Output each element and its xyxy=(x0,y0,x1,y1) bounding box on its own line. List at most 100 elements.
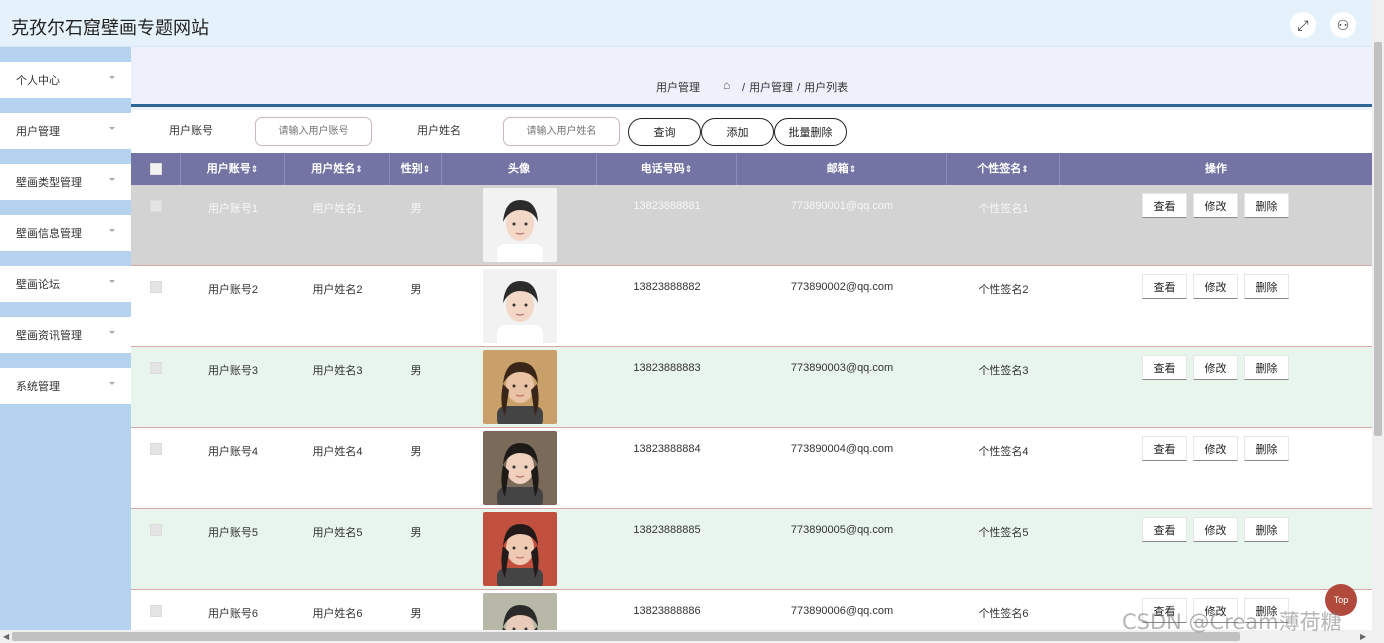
breadcrumb-item[interactable]: 用户管理 xyxy=(749,82,793,94)
sidebar-item-mural-type-management[interactable]: 壁画类型管理 xyxy=(0,164,131,200)
view-button[interactable]: 查看 xyxy=(1142,517,1187,542)
view-button[interactable]: 查看 xyxy=(1142,274,1187,299)
header-label: 性别 xyxy=(400,163,423,175)
header-email[interactable]: 邮箱⇕ xyxy=(737,153,947,185)
signature-cell: 个性签名5 xyxy=(978,527,1029,539)
chevron-down-icon xyxy=(109,127,115,130)
phone-cell: 13823888885 xyxy=(633,524,701,536)
edit-button[interactable]: 修改 xyxy=(1193,193,1238,218)
chevron-down-icon xyxy=(109,280,115,283)
account-cell: 用户账号5 xyxy=(207,527,259,539)
add-button[interactable]: 添加 xyxy=(701,118,774,146)
avatar xyxy=(483,593,557,630)
page-title: 用户管理 xyxy=(656,82,700,94)
breadcrumb-separator: / xyxy=(797,82,801,94)
header-label: 用户账号 xyxy=(206,163,251,175)
sidebar-item-label: 系统管理 xyxy=(16,381,60,393)
edit-button[interactable]: 修改 xyxy=(1193,436,1238,461)
account-search-input[interactable] xyxy=(255,117,372,146)
select-all-checkbox[interactable] xyxy=(150,163,162,175)
scroll-right-icon[interactable]: ▶ xyxy=(1360,632,1366,641)
avatar xyxy=(483,188,557,262)
header-name[interactable]: 用户姓名⇕ xyxy=(285,153,390,185)
name-cell: 用户姓名3 xyxy=(312,365,363,377)
table-row: 用户账号5 用户姓名5 男 13823888885 773890005@qq.com 个性… xyxy=(131,509,1372,590)
row-checkbox[interactable] xyxy=(150,443,162,455)
home-icon[interactable]: ⌂ xyxy=(723,78,730,92)
user-icon[interactable]: ⚇ xyxy=(1330,12,1356,38)
header-gender[interactable]: 性别⇕ xyxy=(390,153,442,185)
gender-cell: 男 xyxy=(410,284,422,296)
vertical-scrollbar-thumb[interactable] xyxy=(1374,42,1382,436)
sidebar-item-label: 壁画类型管理 xyxy=(16,177,82,189)
gender-cell: 男 xyxy=(410,446,422,458)
sort-icon[interactable]: ⇕ xyxy=(849,164,857,174)
sidebar-item-mural-forum[interactable]: 壁画论坛 xyxy=(0,266,131,302)
account-cell: 用户账号2 xyxy=(207,284,259,296)
delete-button[interactable]: 删除 xyxy=(1244,436,1289,461)
header-account[interactable]: 用户账号⇕ xyxy=(181,153,285,185)
avatar xyxy=(483,350,557,424)
row-checkbox[interactable] xyxy=(150,281,162,293)
sort-icon[interactable]: ⇕ xyxy=(1021,164,1029,174)
header-phone[interactable]: 电话号码⇕ xyxy=(597,153,737,185)
sort-icon[interactable]: ⇕ xyxy=(251,164,259,174)
account-cell: 用户账号1 xyxy=(207,203,259,215)
name-cell: 用户姓名5 xyxy=(312,527,363,539)
row-checkbox[interactable] xyxy=(150,362,162,374)
phone-cell: 13823888886 xyxy=(633,605,701,617)
account-label: 用户账号 xyxy=(169,125,213,137)
header-signature[interactable]: 个性签名⇕ xyxy=(947,153,1060,185)
delete-button[interactable]: 删除 xyxy=(1244,193,1289,218)
sidebar-item-mural-info-management[interactable]: 壁画信息管理 xyxy=(0,215,131,251)
email-cell: 773890006@qq.com xyxy=(790,605,894,617)
batch-delete-button[interactable]: 批量删除 xyxy=(774,118,847,146)
name-cell: 用户姓名4 xyxy=(312,446,363,458)
scroll-left-icon[interactable]: ◀ xyxy=(3,632,9,641)
sidebar-item-system-management[interactable]: 系统管理 xyxy=(0,368,131,404)
name-cell: 用户姓名6 xyxy=(312,608,363,620)
delete-button[interactable]: 删除 xyxy=(1244,517,1289,542)
delete-button[interactable]: 删除 xyxy=(1244,274,1289,299)
delete-button[interactable]: 删除 xyxy=(1244,355,1289,380)
name-label: 用户姓名 xyxy=(417,125,461,137)
avatar xyxy=(483,269,557,343)
chevron-down-icon xyxy=(109,76,115,79)
fullscreen-icon[interactable]: ⤢ xyxy=(1290,12,1316,38)
name-search-input[interactable] xyxy=(503,117,620,146)
edit-button[interactable]: 修改 xyxy=(1193,517,1238,542)
query-button[interactable]: 查询 xyxy=(628,118,701,146)
view-button[interactable]: 查看 xyxy=(1142,193,1187,218)
table-row: 用户账号1 用户姓名1 男 13823888881 773890001@qq.com 个性… xyxy=(131,185,1372,266)
header-label: 电话号码 xyxy=(640,163,685,175)
header-label: 用户姓名 xyxy=(311,163,356,175)
site-title: 克孜尔石窟壁画专题网站 xyxy=(11,18,209,38)
sort-icon[interactable]: ⇕ xyxy=(355,164,363,174)
vertical-scrollbar[interactable] xyxy=(1372,0,1384,630)
edit-button[interactable]: 修改 xyxy=(1193,355,1238,380)
avatar xyxy=(483,431,557,505)
row-checkbox[interactable] xyxy=(150,605,162,617)
sort-icon[interactable]: ⇕ xyxy=(685,164,693,174)
view-button[interactable]: 查看 xyxy=(1142,436,1187,461)
view-button[interactable]: 查看 xyxy=(1142,355,1187,380)
edit-button[interactable]: 修改 xyxy=(1193,274,1238,299)
signature-cell: 个性签名3 xyxy=(978,365,1029,377)
sidebar-item-mural-news-management[interactable]: 壁画资讯管理 xyxy=(0,317,131,353)
row-checkbox[interactable] xyxy=(150,524,162,536)
gender-cell: 男 xyxy=(410,203,422,215)
sidebar-item-label: 壁画资讯管理 xyxy=(16,330,82,342)
phone-cell: 13823888882 xyxy=(633,281,701,293)
sidebar-item-personal-center[interactable]: 个人中心 xyxy=(0,62,131,98)
gender-cell: 男 xyxy=(410,527,422,539)
phone-cell: 13823888884 xyxy=(633,443,701,455)
row-checkbox[interactable] xyxy=(150,200,162,212)
horizontal-scrollbar-thumb[interactable] xyxy=(12,632,1240,641)
sidebar-item-label: 用户管理 xyxy=(16,126,60,138)
breadcrumb: 用户管理 ⌂ / 用户管理 / 用户列表 xyxy=(131,47,1372,107)
chevron-down-icon xyxy=(109,178,115,181)
account-cell: 用户账号4 xyxy=(207,446,259,458)
header-label: 操作 xyxy=(1205,163,1227,175)
sidebar-item-user-management[interactable]: 用户管理 xyxy=(0,113,131,149)
sort-icon[interactable]: ⇕ xyxy=(423,164,431,174)
